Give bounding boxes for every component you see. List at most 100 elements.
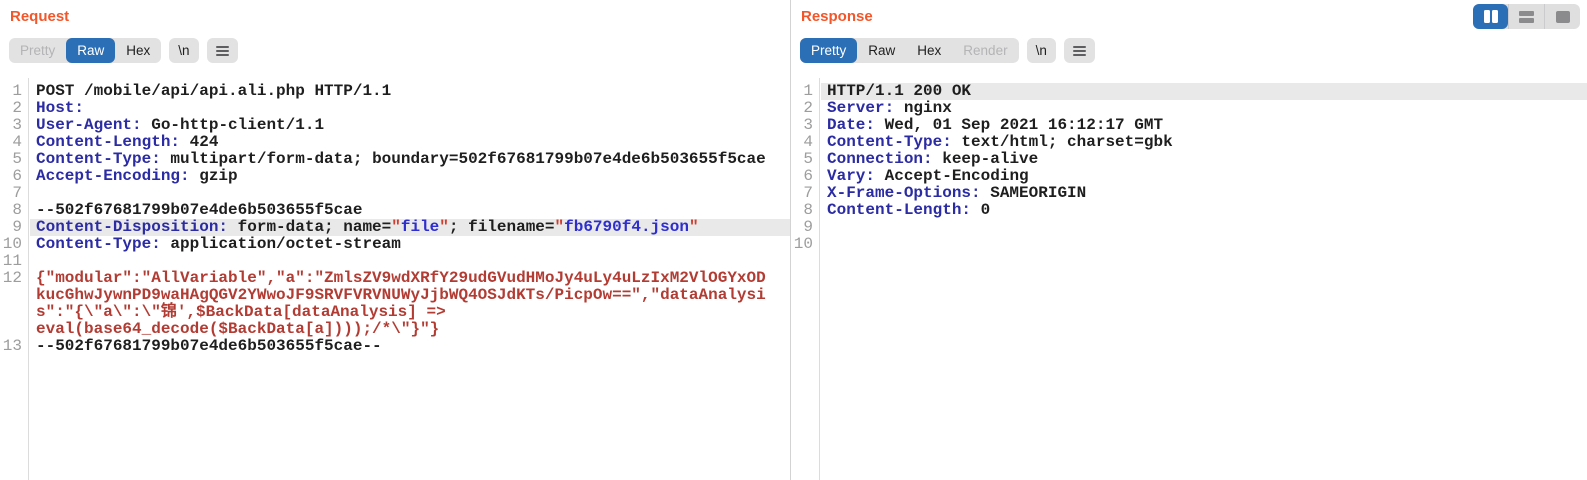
editor-line[interactable]: 5Content-Type: multipart/form-data; boun… xyxy=(0,151,790,168)
token[interactable]: 424 xyxy=(180,133,218,151)
line-content[interactable]: --502f67681799b07e4de6b503655f5cae xyxy=(36,202,770,219)
editor-line[interactable]: 10Content-Type: application/octet-stream xyxy=(0,236,790,253)
editor-line[interactable]: 6Accept-Encoding: gzip xyxy=(0,168,790,185)
line-content[interactable]: Connection: keep-alive xyxy=(827,151,1587,168)
line-content[interactable]: X-Frame-Options: SAMEORIGIN xyxy=(827,185,1587,202)
line-content[interactable]: Content-Disposition: form-data; name="fi… xyxy=(36,219,770,236)
layout-segment-rows-layout-icon[interactable] xyxy=(1508,4,1544,29)
token[interactable]: Content-Type: xyxy=(36,235,161,253)
token[interactable]: fb6790f4.json xyxy=(564,218,689,236)
tab-raw[interactable]: Raw xyxy=(66,38,115,63)
token[interactable]: application/octet-stream xyxy=(161,235,401,253)
tab-raw[interactable]: Raw xyxy=(857,38,906,63)
token[interactable]: Connection: xyxy=(827,150,933,168)
editor-line[interactable]: 1POST /mobile/api/api.ali.php HTTP/1.1 xyxy=(0,83,790,100)
token[interactable]: file xyxy=(401,218,439,236)
token[interactable]: Date: xyxy=(827,116,875,134)
editor-line[interactable]: 3Date: Wed, 01 Sep 2021 16:12:17 GMT xyxy=(791,117,1587,134)
response-editor[interactable]: 1HTTP/1.1 200 OK2Server: nginx3Date: Wed… xyxy=(791,78,1587,480)
line-content[interactable]: Server: nginx xyxy=(827,100,1587,117)
editor-line[interactable]: 2Host: xyxy=(0,100,790,117)
line-content[interactable]: Content-Type: application/octet-stream xyxy=(36,236,770,253)
token[interactable]: SAMEORIGIN xyxy=(981,184,1087,202)
token[interactable]: Content-Length: xyxy=(36,133,180,151)
token[interactable]: form-data; name= xyxy=(228,218,391,236)
token[interactable]: X-Frame-Options: xyxy=(827,184,981,202)
token[interactable]: " xyxy=(391,218,401,236)
token[interactable]: Accept-Encoding: xyxy=(36,167,190,185)
line-content[interactable]: User-Agent: Go-http-client/1.1 xyxy=(36,117,770,134)
editor-line[interactable]: 4Content-Type: text/html; charset=gbk xyxy=(791,134,1587,151)
token[interactable]: User-Agent: xyxy=(36,116,142,134)
token[interactable]: ; filename= xyxy=(449,218,555,236)
token[interactable]: Wed, 01 Sep 2021 16:12:17 GMT xyxy=(875,116,1163,134)
token[interactable]: " xyxy=(439,218,449,236)
token[interactable]: gzip xyxy=(190,167,238,185)
token[interactable]: Vary: xyxy=(827,167,875,185)
token[interactable]: Go-http-client/1.1 xyxy=(142,116,324,134)
line-content[interactable]: Host: xyxy=(36,100,770,117)
token[interactable]: Server: xyxy=(827,99,894,117)
request-editor[interactable]: 1POST /mobile/api/api.ali.php HTTP/1.12H… xyxy=(0,78,790,480)
token[interactable]: keep-alive xyxy=(933,150,1039,168)
token[interactable]: text/html; charset=gbk xyxy=(952,133,1173,151)
editor-line[interactable]: 8--502f67681799b07e4de6b503655f5cae xyxy=(0,202,790,219)
layout-segment-single-layout-icon[interactable] xyxy=(1544,4,1580,29)
editor-line[interactable]: 7X-Frame-Options: SAMEORIGIN xyxy=(791,185,1587,202)
token[interactable]: Content-Disposition: xyxy=(36,218,228,236)
token[interactable]: 0 xyxy=(971,201,990,219)
editor-line[interactable]: 12{"modular":"AllVariable","a":"ZmlsZV9w… xyxy=(0,270,790,338)
line-content[interactable]: Content-Type: text/html; charset=gbk xyxy=(827,134,1587,151)
token[interactable]: Content-Type: xyxy=(827,133,952,151)
token[interactable]: --502f67681799b07e4de6b503655f5cae xyxy=(36,201,362,219)
editor-line[interactable]: 8Content-Length: 0 xyxy=(791,202,1587,219)
token[interactable]: " xyxy=(689,218,699,236)
token[interactable]: nginx xyxy=(894,99,952,117)
token[interactable]: Host: xyxy=(36,99,84,117)
token[interactable]: Accept-Encoding xyxy=(875,167,1029,185)
request-newline-toggle-button[interactable]: \n xyxy=(169,38,198,63)
line-content[interactable]: Content-Length: 424 xyxy=(36,134,770,151)
line-content[interactable] xyxy=(827,219,1587,236)
token[interactable]: " xyxy=(555,218,565,236)
editor-line[interactable]: 13--502f67681799b07e4de6b503655f5cae-- xyxy=(0,338,790,355)
request-editor-menu-button[interactable] xyxy=(207,38,238,63)
line-content[interactable] xyxy=(827,236,1587,253)
editor-line[interactable]: 10 xyxy=(791,236,1587,253)
tab-hex[interactable]: Hex xyxy=(906,38,952,63)
editor-line[interactable]: 11 xyxy=(0,253,790,270)
line-content[interactable] xyxy=(36,253,770,270)
token[interactable]: --502f67681799b07e4de6b503655f5cae-- xyxy=(36,337,382,355)
line-content[interactable]: Accept-Encoding: gzip xyxy=(36,168,770,185)
line-content[interactable]: Vary: Accept-Encoding xyxy=(827,168,1587,185)
token[interactable]: multipart/form-data; boundary=502f676817… xyxy=(161,150,766,168)
token[interactable]: Content-Type: xyxy=(36,150,161,168)
tab-pretty[interactable]: Pretty xyxy=(800,38,857,63)
editor-line[interactable]: 1HTTP/1.1 200 OK xyxy=(791,83,1587,100)
response-newline-toggle-button[interactable]: \n xyxy=(1027,38,1056,63)
editor-line[interactable]: 9Content-Disposition: form-data; name="f… xyxy=(0,219,790,236)
token[interactable]: Content-Length: xyxy=(827,201,971,219)
editor-line[interactable]: 7 xyxy=(0,185,790,202)
editor-line[interactable]: 3User-Agent: Go-http-client/1.1 xyxy=(0,117,790,134)
line-content[interactable]: HTTP/1.1 200 OK xyxy=(827,83,1587,100)
editor-line[interactable]: 4Content-Length: 424 xyxy=(0,134,790,151)
line-content[interactable]: Content-Type: multipart/form-data; bound… xyxy=(36,151,770,168)
editor-line[interactable]: 2Server: nginx xyxy=(791,100,1587,117)
editor-line[interactable]: 6Vary: Accept-Encoding xyxy=(791,168,1587,185)
layout-segment-columns-layout-icon[interactable] xyxy=(1473,4,1508,29)
line-content[interactable] xyxy=(36,185,770,202)
token[interactable]: {"modular":"AllVariable","a":"ZmlsZV9wdX… xyxy=(36,269,766,338)
editor-line[interactable]: 9 xyxy=(791,219,1587,236)
line-content[interactable]: {"modular":"AllVariable","a":"ZmlsZV9wdX… xyxy=(36,270,770,338)
line-content[interactable]: Content-Length: 0 xyxy=(827,202,1587,219)
tab-hex[interactable]: Hex xyxy=(115,38,161,63)
editor-line[interactable]: 5Connection: keep-alive xyxy=(791,151,1587,168)
response-editor-menu-button[interactable] xyxy=(1064,38,1095,63)
line-number: 11 xyxy=(0,253,30,270)
token[interactable]: POST /mobile/api/api.ali.php HTTP/1.1 xyxy=(36,82,391,100)
line-content[interactable]: Date: Wed, 01 Sep 2021 16:12:17 GMT xyxy=(827,117,1587,134)
token[interactable]: HTTP/1.1 200 OK xyxy=(827,82,971,100)
line-content[interactable]: POST /mobile/api/api.ali.php HTTP/1.1 xyxy=(36,83,770,100)
line-content[interactable]: --502f67681799b07e4de6b503655f5cae-- xyxy=(36,338,770,355)
